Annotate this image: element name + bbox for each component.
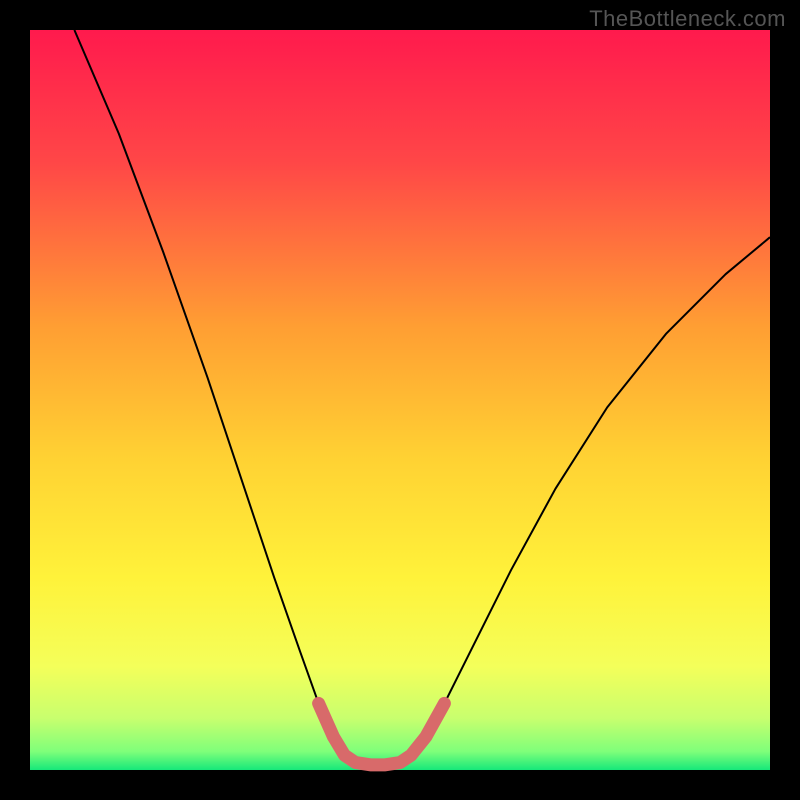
watermark-text: TheBottleneck.com: [589, 6, 786, 32]
bottleneck-chart: [0, 0, 800, 800]
chart-stage: TheBottleneck.com: [0, 0, 800, 800]
plot-background: [30, 30, 770, 770]
